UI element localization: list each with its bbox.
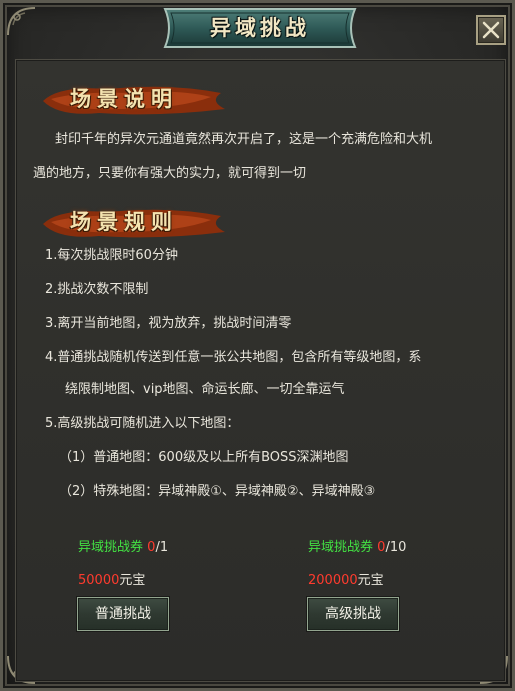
rule-item: 2.挑战次数不限制 [45,282,149,297]
window-title: 异域挑战 [210,15,310,40]
rule-item: 1.每次挑战限时60分钟 [45,248,178,263]
normal-cost: 50000元宝 [78,569,145,588]
description-text: 封印千年的异次元通道竟然再次开启了，这是一个充满危险和大机 遇的地方，只要你有强… [33,123,503,191]
description-line: 封印千年的异次元通道竟然再次开启了，这是一个充满危险和大机 [55,132,433,147]
normal-challenge-button[interactable]: 普通挑战 [77,597,169,631]
rule-item: 绕限制地图、vip地图、命运长廊、一切全靠运气 [65,382,345,397]
cost-amount: 200000 [308,573,358,588]
cost-unit: 元宝 [357,573,384,588]
advanced-challenge-button[interactable]: 高级挑战 [307,597,399,631]
cost-unit: 元宝 [119,573,146,588]
section-heading-text: 场景规则 [70,209,178,234]
ticket-label: 异域挑战券 [78,540,144,555]
title-banner: 异域挑战 [159,5,361,51]
ticket-required-count: /1 [155,540,169,555]
ticket-required-count: /10 [385,540,407,555]
rule-item: 5.高级挑战可随机进入以下地图： [45,416,240,431]
description-line: 遇的地方，只要你有强大的实力，就可得到一切 [33,166,307,181]
close-icon [482,21,500,39]
rule-item: 4.普通挑战随机传送到任意一张公共地图，包含所有等级地图，系 [45,350,422,365]
section-heading-rules: 场景规则 [39,202,229,242]
close-button[interactable] [476,15,506,45]
rule-item: 3.离开当前地图，视为放弃，挑战时间清零 [45,316,292,331]
section-heading-text: 场景说明 [70,86,178,111]
dialog-window: 异域挑战 场景说明 封印千年的异次元通道竟然再次开启了，这是一个充满危险和大机 … [0,0,515,691]
section-heading-description: 场景说明 [39,79,229,119]
frame-corner-ornament [5,5,45,45]
rule-item: （2）特殊地图：异域神殿①、异域神殿②、异域神殿③ [59,484,376,499]
advanced-ticket-requirement: 异域挑战券 0/10 [308,536,406,555]
rule-item: （1）普通地图：600级及以上所有BOSS深渊地图 [59,450,349,465]
normal-ticket-requirement: 异域挑战券 0/1 [78,536,168,555]
advanced-cost: 200000元宝 [308,569,384,588]
ticket-label: 异域挑战券 [308,540,374,555]
cost-amount: 50000 [78,573,120,588]
